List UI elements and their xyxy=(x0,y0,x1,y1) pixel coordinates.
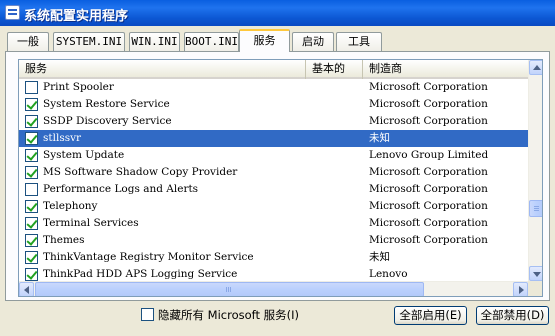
scroll-up-button[interactable] xyxy=(529,60,542,75)
vertical-scroll-thumb[interactable] xyxy=(529,200,542,217)
service-checkbox[interactable] xyxy=(25,200,38,213)
service-checkbox[interactable] xyxy=(25,166,38,179)
service-manufacturer: Microsoft Corporation xyxy=(369,81,488,93)
list-header: 服务 基本的 制造商 xyxy=(19,60,528,79)
service-name: Telephony xyxy=(43,200,98,212)
service-name: System Update xyxy=(43,149,125,161)
service-checkbox[interactable] xyxy=(25,183,38,196)
service-row[interactable]: Telephony Microsoft Corporation xyxy=(19,198,528,215)
hide-microsoft-services-checkbox[interactable] xyxy=(141,308,154,321)
service-name: stllssvr xyxy=(43,132,82,144)
service-manufacturer: Microsoft Corporation xyxy=(369,166,488,178)
services-list[interactable]: 服务 基本的 制造商 Print Spooler Microsoft Corpor… xyxy=(18,59,543,297)
service-name: System Restore Service xyxy=(43,98,170,110)
service-row[interactable]: System Update Lenovo Group Limited xyxy=(19,147,528,164)
enable-all-button[interactable]: 全部启用(E) xyxy=(394,306,467,325)
service-name: MS Software Shadow Copy Provider xyxy=(43,166,238,178)
arrow-right-icon xyxy=(519,286,524,294)
service-row[interactable]: stllssvr 未知 xyxy=(19,130,528,147)
service-manufacturer: Microsoft Corporation xyxy=(369,115,488,127)
service-row[interactable]: Themes Microsoft Corporation xyxy=(19,232,528,249)
hide-microsoft-services-label: 隐藏所有 Microsoft 服务(I) xyxy=(158,308,300,322)
service-checkbox[interactable] xyxy=(25,81,38,94)
column-header-service[interactable]: 服务 xyxy=(19,60,306,79)
service-checkbox[interactable] xyxy=(25,115,38,128)
service-name: SSDP Discovery Service xyxy=(43,115,172,127)
service-name: Terminal Services xyxy=(43,217,139,229)
service-manufacturer: Microsoft Corporation xyxy=(369,183,488,195)
service-manufacturer: 未知 xyxy=(369,251,390,263)
scrollbar-corner xyxy=(528,281,542,296)
tab-general[interactable]: 一般 xyxy=(7,32,49,51)
column-header-manufacturer[interactable]: 制造商 xyxy=(363,60,528,79)
service-name: Performance Logs and Alerts xyxy=(43,183,199,195)
arrow-up-icon xyxy=(533,65,541,70)
tab-win-ini[interactable]: WIN.INI xyxy=(129,32,180,51)
disable-all-button[interactable]: 全部禁用(D) xyxy=(476,306,549,325)
tab-startup[interactable]: 启动 xyxy=(292,32,334,51)
arrow-left-icon xyxy=(24,286,29,294)
title-bar[interactable]: 系统配置实用程序 xyxy=(0,0,555,26)
service-row[interactable]: Terminal Services Microsoft Corporation xyxy=(19,215,528,232)
scroll-left-button[interactable] xyxy=(19,282,34,296)
scroll-down-button[interactable] xyxy=(529,266,542,281)
service-name: Themes xyxy=(43,234,85,246)
service-checkbox[interactable] xyxy=(25,217,38,230)
horizontal-scrollbar[interactable] xyxy=(19,281,528,296)
service-row[interactable]: ThinkVantage Registry Monitor Service 未知 xyxy=(19,249,528,266)
service-manufacturer: Microsoft Corporation xyxy=(369,234,488,246)
horizontal-scroll-thumb[interactable] xyxy=(35,282,424,296)
service-manufacturer: Microsoft Corporation xyxy=(369,217,488,229)
service-row[interactable]: Print Spooler Microsoft Corporation xyxy=(19,79,528,96)
service-checkbox[interactable] xyxy=(25,251,38,264)
service-checkbox[interactable] xyxy=(25,98,38,111)
service-row[interactable]: MS Software Shadow Copy Provider Microsof… xyxy=(19,164,528,181)
service-name: Print Spooler xyxy=(43,81,114,93)
service-checkbox[interactable] xyxy=(25,132,38,145)
service-manufacturer: Microsoft Corporation xyxy=(369,200,488,212)
service-manufacturer: Microsoft Corporation xyxy=(369,98,488,110)
service-checkbox[interactable] xyxy=(25,234,38,247)
tab-system-ini[interactable]: SYSTEM.INI xyxy=(53,32,125,51)
service-row[interactable]: SSDP Discovery Service Microsoft Corporat… xyxy=(19,113,528,130)
service-row[interactable]: System Restore Service Microsoft Corporat… xyxy=(19,96,528,113)
arrow-down-icon xyxy=(533,272,541,277)
service-name: ThinkVantage Registry Monitor Service xyxy=(43,251,254,263)
tab-services[interactable]: 服务 xyxy=(239,29,290,52)
service-manufacturer: 未知 xyxy=(369,132,390,144)
tab-tools[interactable]: 工具 xyxy=(336,32,382,51)
service-checkbox[interactable] xyxy=(25,149,38,162)
tab-boot-ini[interactable]: BOOT.INI xyxy=(184,32,239,51)
msconfig-app-icon xyxy=(5,5,20,20)
vertical-scrollbar[interactable] xyxy=(528,60,542,281)
window-title: 系统配置实用程序 xyxy=(24,9,129,24)
service-row[interactable]: Performance Logs and Alerts Microsoft Cor… xyxy=(19,181,528,198)
service-manufacturer: Lenovo Group Limited xyxy=(369,149,489,161)
service-checkbox[interactable] xyxy=(25,268,38,281)
scroll-right-button[interactable] xyxy=(513,282,528,296)
column-header-essential[interactable]: 基本的 xyxy=(306,60,363,79)
